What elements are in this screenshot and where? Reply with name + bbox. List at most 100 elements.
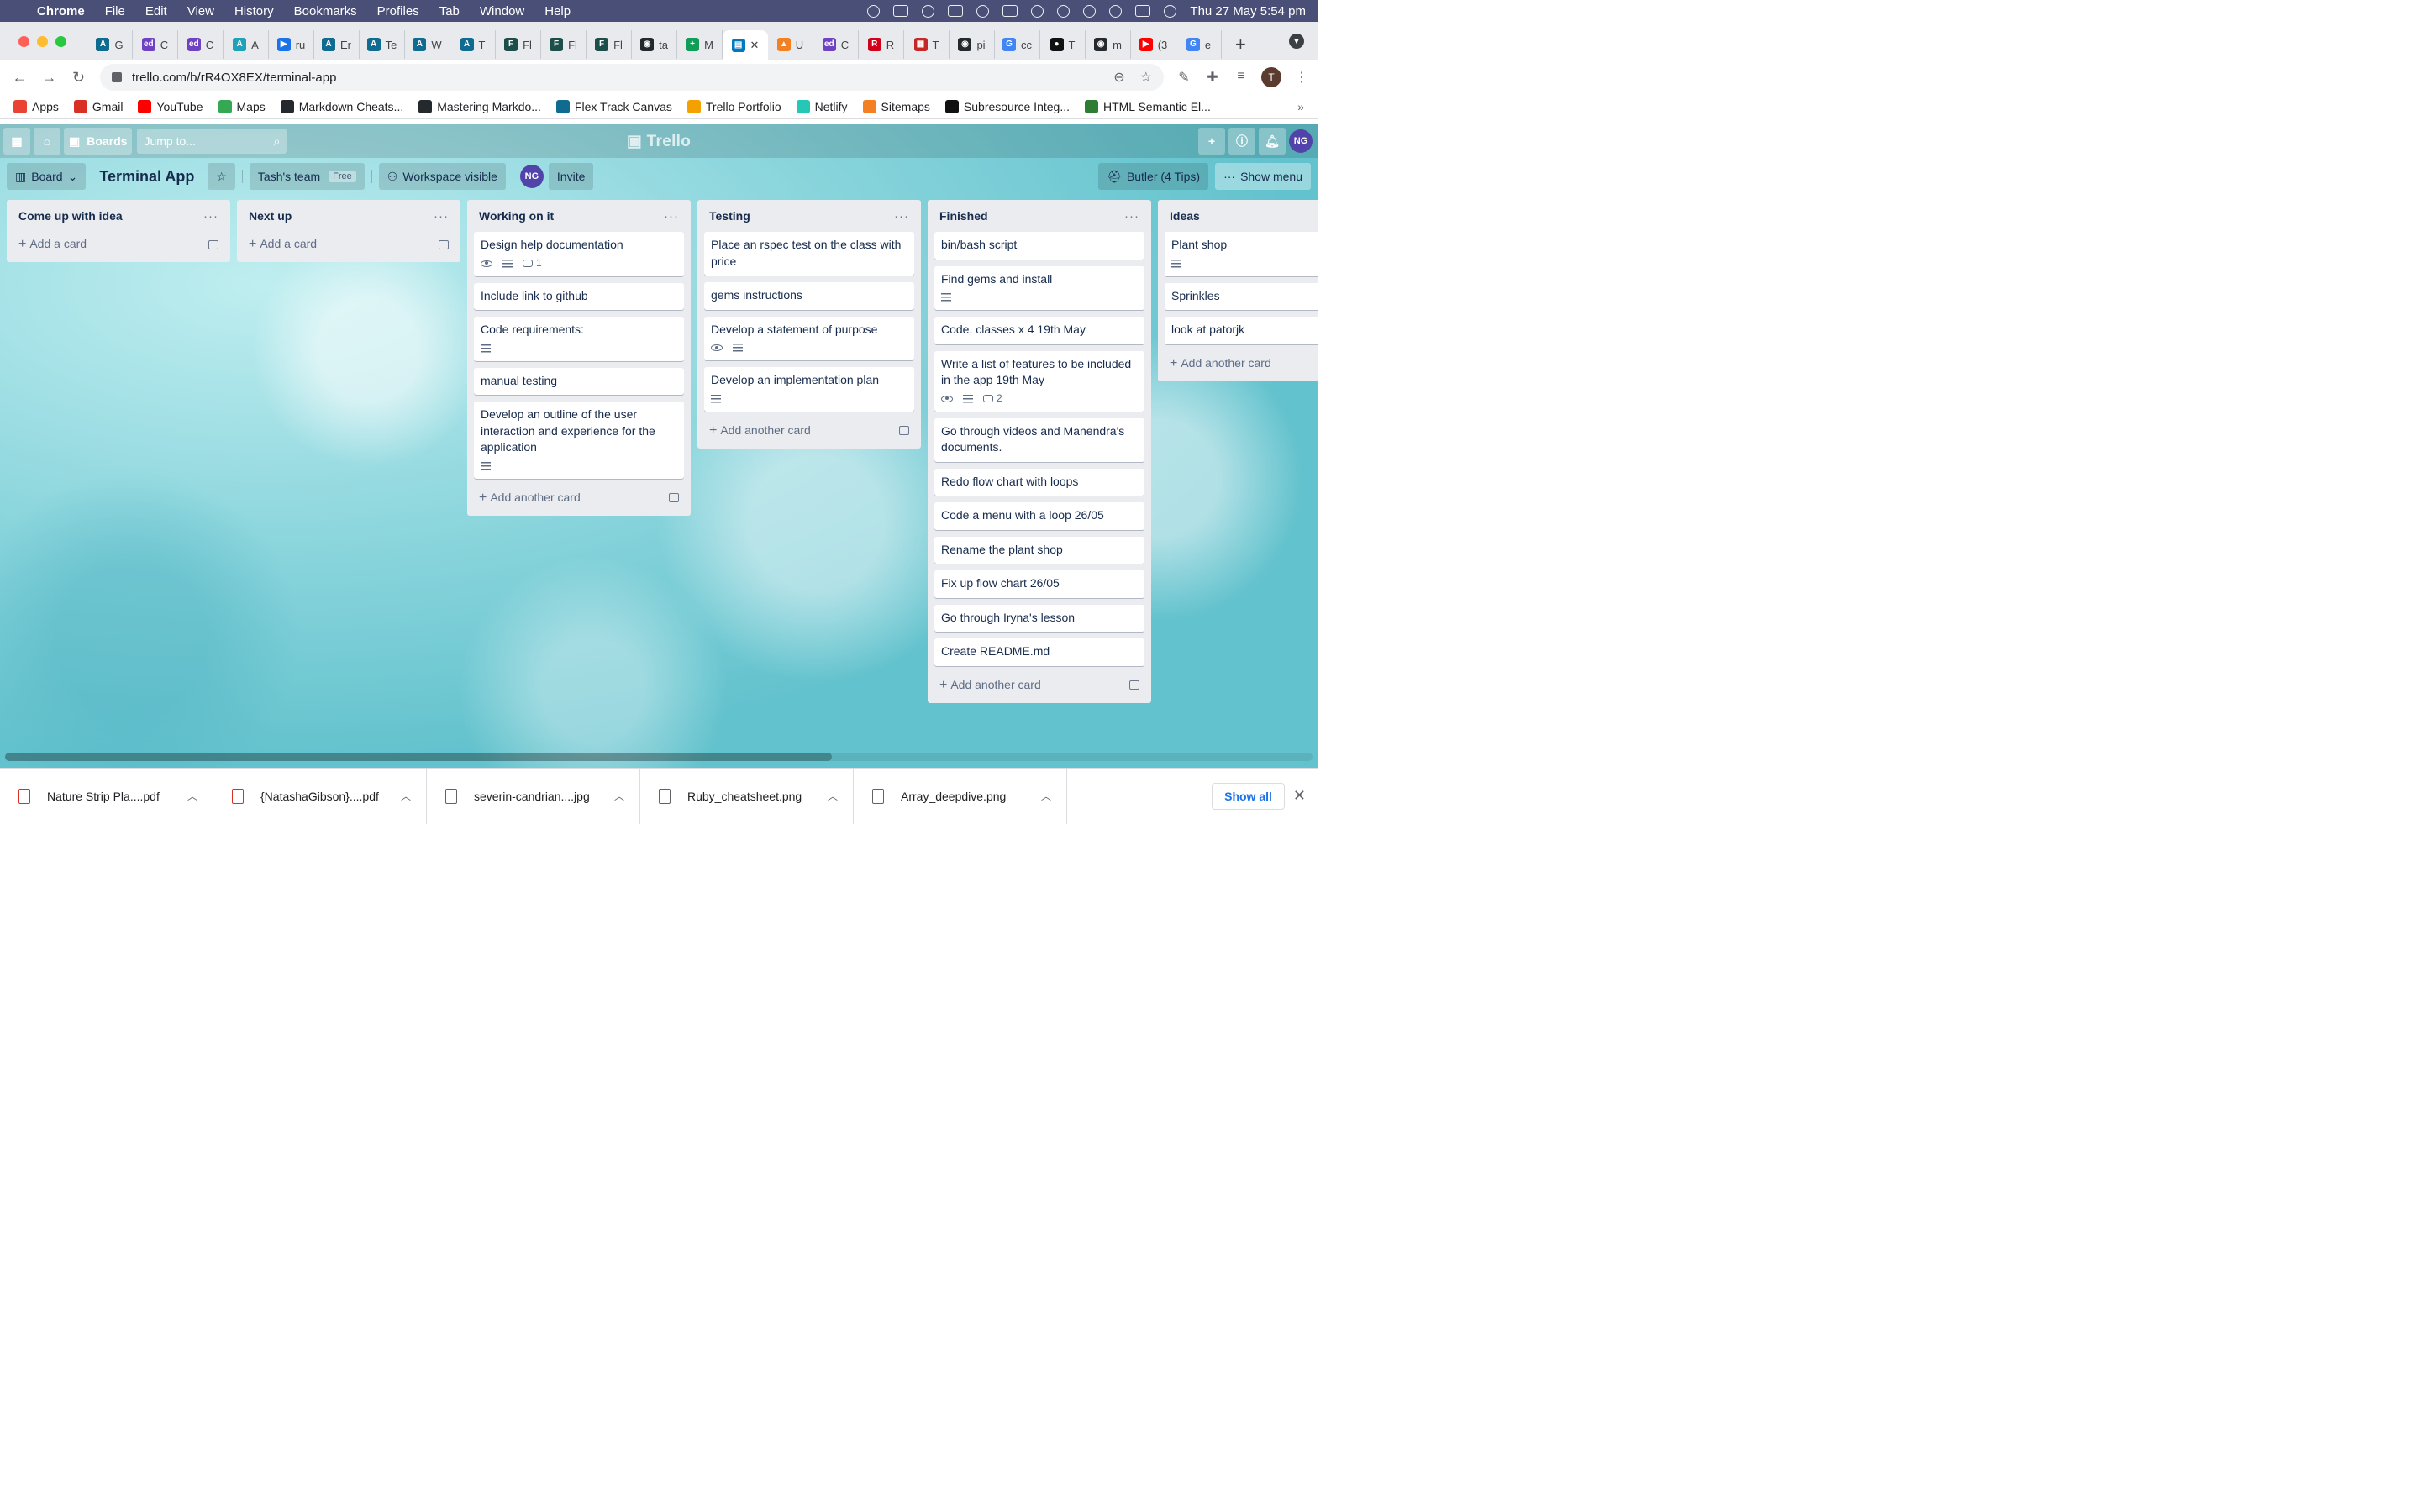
chevron-up-icon[interactable]: ︿ — [401, 789, 411, 803]
menu-edit[interactable]: Edit — [145, 4, 167, 18]
card-template-icon[interactable] — [439, 239, 449, 249]
bookmark-item[interactable]: Sitemaps — [862, 99, 930, 113]
list-more-icon[interactable]: ··· — [434, 209, 449, 223]
bookmark-item[interactable]: Subresource Integ... — [944, 99, 1070, 113]
menu-window[interactable]: Window — [480, 4, 524, 18]
menu-tab[interactable]: Tab — [439, 4, 460, 18]
download-item[interactable]: Ruby_cheatsheet.png ︿ — [640, 768, 854, 824]
menu-history[interactable]: History — [234, 4, 274, 18]
card-template-icon[interactable] — [208, 239, 218, 249]
browser-tab[interactable]: + M — [677, 30, 723, 59]
create-button[interactable]: + — [1198, 128, 1225, 155]
menu-file[interactable]: File — [105, 4, 125, 18]
notifications-bell-icon[interactable]: 🔔︎ — [1259, 128, 1286, 155]
show-all-downloads-button[interactable]: Show all — [1212, 782, 1285, 810]
apps-grid-button[interactable]: ▦ — [3, 128, 30, 155]
bookmark-item[interactable]: Apps — [13, 99, 59, 113]
address-bar[interactable]: trello.com/b/rR4OX8EX/terminal-app ⊖ ☆ — [100, 64, 1164, 91]
close-tab-icon[interactable]: ✕ — [750, 39, 760, 52]
bookmark-item[interactable]: Maps — [218, 99, 266, 113]
user-icon[interactable] — [1057, 4, 1071, 18]
card[interactable]: Rename the plant shop — [934, 536, 1144, 564]
add-card-button[interactable]: + Add another card — [704, 418, 914, 444]
chevron-up-icon[interactable]: ︿ — [614, 789, 624, 803]
volume-icon[interactable] — [948, 5, 964, 17]
board-title[interactable]: Terminal App — [92, 168, 201, 186]
browser-tab[interactable]: AG — [87, 30, 133, 59]
home-button[interactable]: ⌂ — [34, 128, 60, 155]
card[interactable]: Design help documentation 1 — [474, 232, 684, 276]
browser-tab[interactable]: ▶ ru — [269, 30, 314, 59]
url-text[interactable]: trello.com/b/rR4OX8EX/terminal-app — [132, 71, 336, 85]
menu-bookmarks[interactable]: Bookmarks — [294, 4, 357, 18]
download-item[interactable]: Nature Strip Pla....pdf ︿ — [0, 768, 213, 824]
info-button[interactable]: ⓘ — [1228, 128, 1255, 155]
add-card-button[interactable]: + Add another card — [934, 673, 1144, 698]
browser-tab[interactable]: AT — [450, 30, 496, 59]
card[interactable]: manual testing — [474, 367, 684, 395]
card-template-icon[interactable] — [669, 493, 679, 502]
menu-help[interactable]: Help — [544, 4, 571, 18]
siri-icon[interactable] — [1164, 4, 1177, 18]
card[interactable]: Redo flow chart with loops — [934, 468, 1144, 496]
add-card-button[interactable]: + Add a card — [13, 232, 224, 257]
add-card-button[interactable]: + Add a card — [244, 232, 454, 257]
menu-app-name[interactable]: Chrome — [37, 4, 85, 18]
menu-clock[interactable]: Thu 27 May 5:54 pm — [1190, 4, 1306, 18]
reload-button[interactable]: ↻ — [64, 69, 93, 87]
show-menu-button[interactable]: ··· Show menu — [1215, 163, 1311, 190]
add-card-button[interactable]: + Add another card — [474, 486, 684, 511]
list-more-icon[interactable]: ··· — [203, 209, 218, 223]
reading-list-icon[interactable]: ≡ — [1233, 69, 1249, 86]
card[interactable]: bin/bash script — [934, 232, 1144, 260]
browser-tab[interactable]: Ge — [1176, 30, 1222, 59]
list-title[interactable]: Next up — [249, 209, 292, 223]
lock-icon[interactable] — [112, 72, 122, 82]
browser-tab[interactable]: ◉ ta — [632, 30, 677, 59]
bookmark-item[interactable]: Flex Track Canvas — [555, 99, 672, 113]
browser-tab[interactable]: ◉ m — [1086, 30, 1131, 59]
card-template-icon[interactable] — [1129, 680, 1139, 690]
extensions-puzzle-icon[interactable]: ✚ — [1204, 69, 1221, 86]
bookmark-item[interactable]: Mastering Markdo... — [418, 99, 541, 113]
browser-tab[interactable]: ◉ pi — [950, 30, 995, 59]
bookmark-item[interactable]: Trello Portfolio — [687, 99, 781, 113]
wifi-icon[interactable] — [1031, 4, 1044, 18]
card[interactable]: Find gems and install — [934, 265, 1144, 310]
boards-button[interactable]: ▣ Boards — [64, 128, 133, 155]
scrollbar-thumb[interactable] — [5, 753, 832, 761]
chevron-up-icon[interactable]: ︿ — [1041, 789, 1051, 803]
card[interactable]: gems instructions — [704, 282, 914, 310]
battery-icon[interactable] — [1002, 5, 1018, 17]
star-board-button[interactable]: ☆ — [208, 163, 235, 190]
workspace-button[interactable]: Tash's team Free — [249, 163, 365, 190]
card[interactable]: Fix up flow chart 26/05 — [934, 570, 1144, 598]
trello-logo[interactable]: ▣ Trello — [627, 132, 691, 151]
card[interactable]: Code, classes x 4 19th May — [934, 317, 1144, 344]
card[interactable]: Include link to github — [474, 282, 684, 310]
chevron-up-icon[interactable]: ︿ — [187, 789, 197, 803]
card[interactable]: Develop an implementation plan — [704, 367, 914, 412]
zoom-icon[interactable] — [893, 5, 909, 17]
browser-tab[interactable]: Gcc — [995, 30, 1040, 59]
bookmark-item[interactable]: HTML Semantic El... — [1084, 99, 1211, 113]
bookmark-item[interactable]: YouTube — [138, 99, 203, 113]
cloud-icon[interactable] — [867, 4, 881, 18]
zoom-out-icon[interactable]: ⊖ — [1113, 69, 1124, 86]
download-item[interactable]: Array_deepdive.png ︿ — [854, 768, 1067, 824]
chrome-menu-icon[interactable]: ⋮ — [1293, 69, 1310, 86]
browser-tab[interactable]: A Er — [314, 30, 360, 59]
download-item[interactable]: {NatashaGibson}....pdf ︿ — [213, 768, 427, 824]
list-more-icon[interactable]: ··· — [1124, 209, 1139, 223]
card[interactable]: Write a list of features to be included … — [934, 350, 1144, 412]
card[interactable]: Code a menu with a loop 26/05 — [934, 502, 1144, 530]
menu-view[interactable]: View — [187, 4, 214, 18]
forward-button[interactable]: → — [34, 69, 64, 87]
card[interactable]: Plant shop — [1165, 232, 1318, 276]
list-title[interactable]: Come up with idea — [18, 209, 123, 223]
play-icon[interactable] — [922, 4, 935, 18]
bookmark-star-icon[interactable]: ☆ — [1140, 69, 1152, 86]
card[interactable]: Develop a statement of purpose — [704, 316, 914, 360]
invite-button[interactable]: Invite — [548, 163, 594, 190]
bluetooth-icon[interactable] — [976, 4, 990, 18]
